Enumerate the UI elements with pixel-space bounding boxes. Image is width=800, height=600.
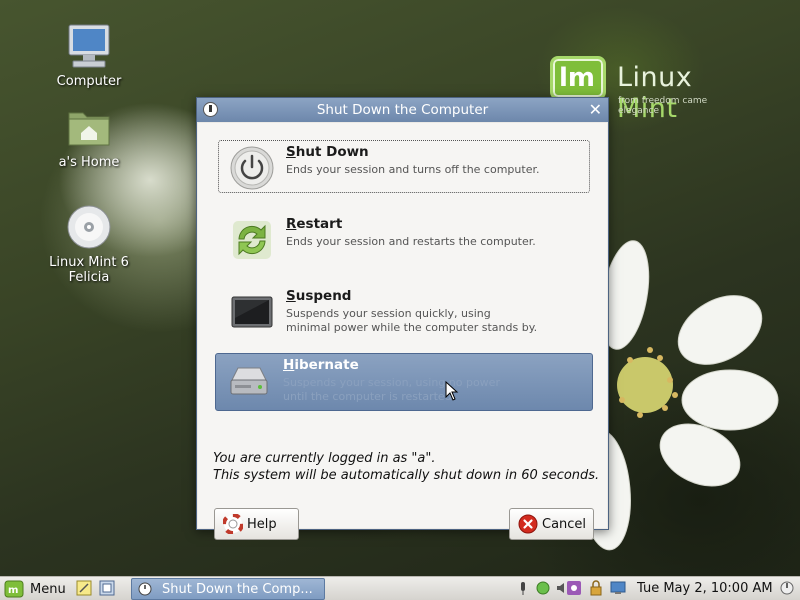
bottom-panel: m Menu Shut Down the Comp... Tue May 2, … — [0, 576, 800, 600]
cancel-button[interactable]: Cancel — [509, 508, 594, 540]
power-icon[interactable] — [203, 102, 218, 117]
desktop-icon-label: Computer — [56, 74, 122, 89]
help-button[interactable]: Help — [214, 508, 299, 540]
hibernate-option-description: Suspends your session, using no power un… — [283, 376, 500, 403]
restart-option[interactable]: Restart Ends your session and restarts t… — [218, 212, 590, 265]
text-editor-launcher-icon[interactable] — [76, 580, 92, 596]
desktop-icon-label: Linux Mint 6 Felicia — [49, 255, 129, 285]
mint-logo-tagline: from freedom came elegance — [618, 96, 708, 116]
session-status-text: You are currently logged in as "a". This… — [213, 450, 599, 484]
hibernate-option[interactable]: Hibernate Suspends your session, using n… — [215, 353, 593, 411]
network-icon[interactable] — [535, 580, 551, 596]
lock-icon[interactable] — [588, 580, 604, 596]
shutdown-option-description: Ends your session and turns off the comp… — [286, 163, 540, 176]
home-folder-icon — [65, 103, 113, 151]
restart-option-description: Ends your session and restarts the compu… — [286, 235, 536, 248]
desktop-icon-label: a's Home — [58, 155, 120, 170]
shutdown-dialog: Shut Down the Computer ✕ Shut Down Ends … — [196, 97, 609, 540]
close-icon[interactable]: ✕ — [589, 98, 602, 122]
desktop-icon-cd[interactable]: Linux Mint 6 Felicia — [29, 203, 149, 285]
power-icon — [229, 145, 275, 191]
show-desktop-icon[interactable] — [99, 580, 115, 596]
cd-disc-icon — [65, 203, 113, 251]
logout-icon[interactable] — [779, 580, 795, 596]
mouse-cursor-icon — [445, 381, 459, 401]
dialog-title: Shut Down the Computer — [316, 102, 489, 118]
shutdown-option-title: Shut Down — [286, 144, 369, 160]
mint-menu-button[interactable]: m Menu — [4, 579, 66, 599]
dialog-body: Shut Down Ends your session and turns of… — [198, 123, 607, 540]
suspend-option-title: Suspend — [286, 288, 352, 304]
mint-logo-icon: lm — [550, 56, 606, 100]
panel-clock[interactable]: Tue May 2, 10:00 AM — [637, 581, 773, 596]
taskbar-item-label: Shut Down the Comp... — [162, 581, 313, 597]
cancel-button-label: Cancel — [542, 516, 587, 532]
suspend-option[interactable]: Suspend Suspends your session quickly, u… — [218, 284, 590, 337]
power-icon — [138, 582, 152, 596]
hard-drive-icon — [226, 358, 272, 404]
restart-option-title: Restart — [286, 216, 343, 232]
help-button-label: Help — [247, 516, 277, 532]
menu-label: Menu — [30, 581, 66, 597]
display-icon[interactable] — [610, 580, 626, 596]
cancel-icon — [518, 514, 538, 534]
svg-text:m: m — [8, 585, 18, 596]
logged-in-status: You are currently logged in as "a". — [213, 451, 436, 466]
shutdown-option[interactable]: Shut Down Ends your session and turns of… — [218, 140, 590, 193]
desktop-icon-computer[interactable]: Computer — [29, 22, 149, 89]
restart-icon — [229, 217, 275, 263]
microphone-icon[interactable] — [515, 580, 531, 596]
dialog-titlebar[interactable]: Shut Down the Computer ✕ — [197, 98, 608, 122]
mint-menu-icon: m — [4, 580, 24, 598]
taskbar-item-shutdown-dialog[interactable]: Shut Down the Comp... — [131, 578, 325, 600]
hibernate-option-title: Hibernate — [283, 357, 359, 373]
suspend-option-description: Suspends your session quickly, using min… — [286, 307, 538, 334]
suspend-monitor-icon — [229, 289, 275, 335]
lifebuoy-help-icon — [222, 513, 244, 535]
update-manager-icon[interactable] — [566, 580, 582, 596]
computer-icon — [65, 22, 113, 70]
desktop-icon-home[interactable]: a's Home — [29, 103, 149, 170]
countdown-status: This system will be automatically shut d… — [213, 468, 600, 483]
